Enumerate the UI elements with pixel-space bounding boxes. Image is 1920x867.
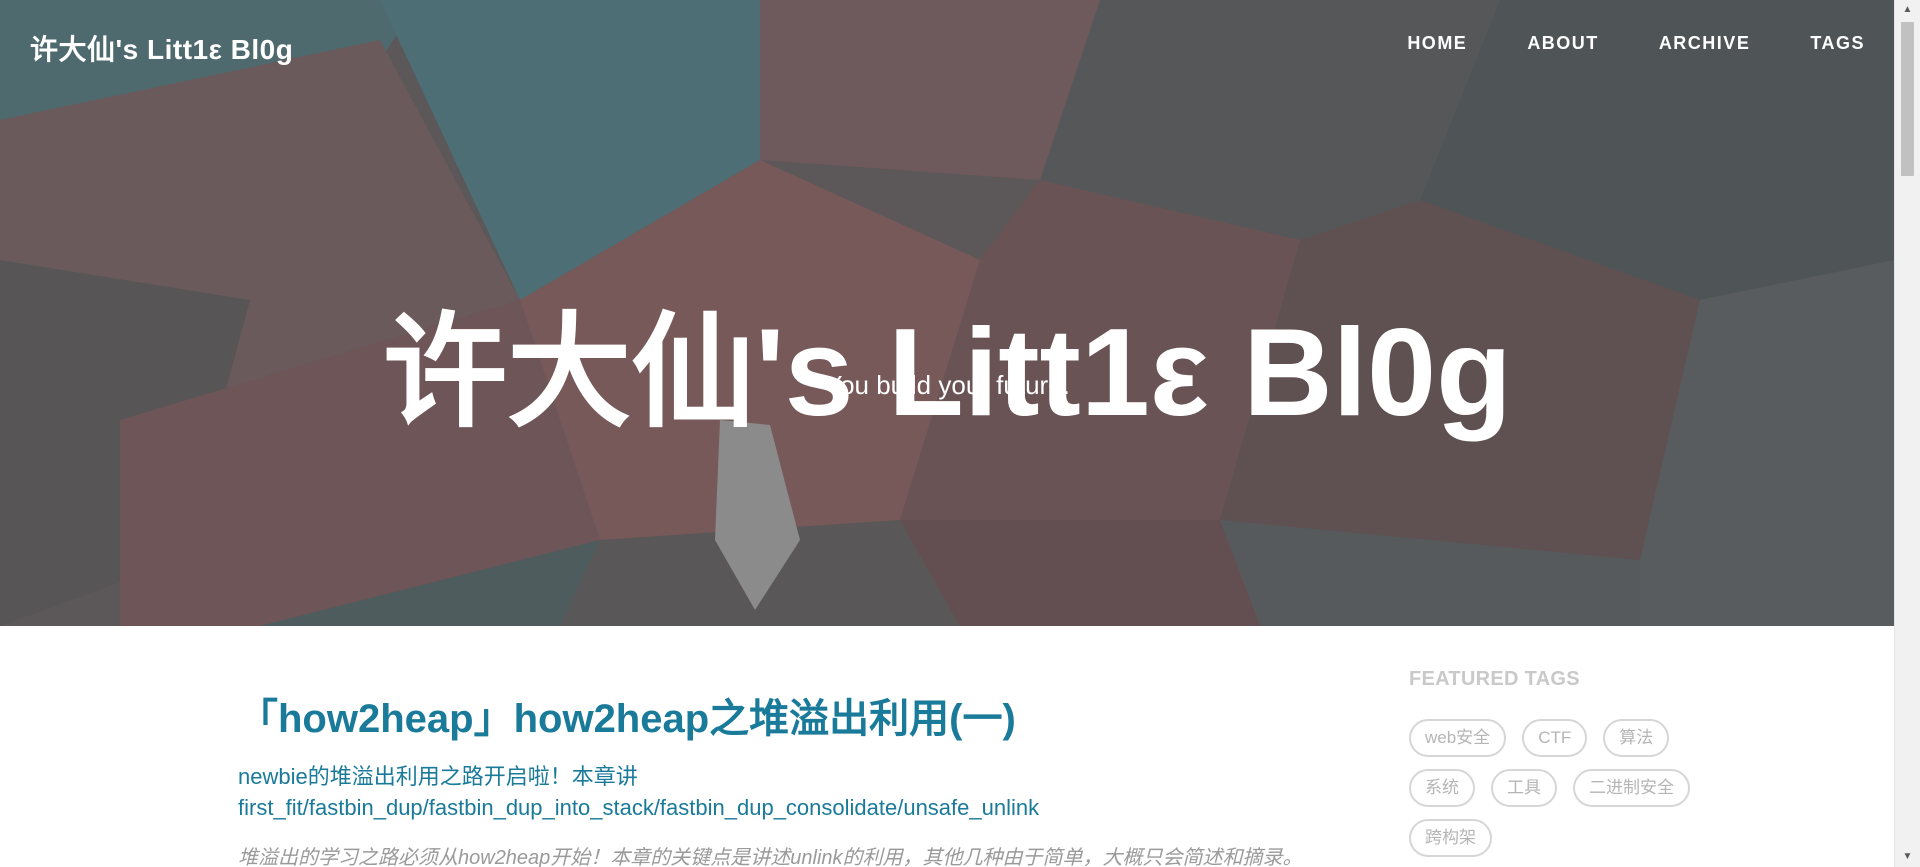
featured-tags-heading: FEATURED TAGS (1409, 668, 1580, 690)
nav-home[interactable]: HOME (1407, 33, 1467, 54)
vertical-scrollbar[interactable]: ▲ ▼ (1894, 0, 1920, 867)
nav-menu: HOME ABOUT ARCHIVE TAGS (1347, 33, 1865, 54)
hero-banner: 许大仙's Litt1ε Bl0g HOME ABOUT ARCHIVE TAG… (0, 0, 1895, 626)
post-preview: 「how2heap」how2heap之堆溢出利用(一) newbie的堆溢出利用… (238, 695, 1368, 867)
featured-tags-list: web安全 CTF 算法 系统 工具 二进制安全 跨构架 (1409, 719, 1739, 857)
post-subtitle-line-2: first_fit/fastbin_dup/fastbin_dup_into_s… (238, 795, 1040, 820)
tag-system[interactable]: 系统 (1409, 769, 1475, 807)
scrollbar-thumb[interactable] (1901, 22, 1914, 176)
post-title-link[interactable]: 「how2heap」how2heap之堆溢出利用(一) (238, 695, 1368, 743)
tag-binary-security[interactable]: 二进制安全 (1573, 769, 1690, 807)
tag-web-security[interactable]: web安全 (1409, 719, 1507, 757)
tag-algorithm[interactable]: 算法 (1603, 719, 1670, 757)
page: 许大仙's Litt1ε Bl0g HOME ABOUT ARCHIVE TAG… (0, 0, 1920, 867)
scroll-down-arrow-icon[interactable]: ▼ (1895, 847, 1920, 867)
post-excerpt: 堆溢出的学习之路必须从how2heap开始！本章的关键点是讲述unlink的利用… (238, 847, 1303, 867)
navbar: 许大仙's Litt1ε Bl0g HOME ABOUT ARCHIVE TAG… (0, 0, 1895, 90)
tag-ctf[interactable]: CTF (1522, 719, 1588, 757)
scroll-up-arrow-icon[interactable]: ▲ (1895, 0, 1920, 20)
nav-tags[interactable]: TAGS (1810, 33, 1865, 54)
site-brand-link[interactable]: 许大仙's Litt1ε Bl0g (30, 28, 293, 68)
post-subtitle[interactable]: newbie的堆溢出利用之路开启啦！本章讲 first_fit/fastbin_… (238, 761, 1368, 823)
hero-subtitle: You build your future. (825, 370, 1070, 400)
post-subtitle-line-1: newbie的堆溢出利用之路开启啦！本章讲 (238, 764, 638, 789)
nav-about[interactable]: ABOUT (1527, 33, 1599, 54)
tag-cross-architecture[interactable]: 跨构架 (1409, 819, 1492, 857)
sidebar: FEATURED TAGS web安全 CTF 算法 系统 工具 二进制安全 跨… (1409, 668, 1739, 857)
nav-archive[interactable]: ARCHIVE (1659, 33, 1751, 54)
tag-tools[interactable]: 工具 (1491, 769, 1557, 807)
